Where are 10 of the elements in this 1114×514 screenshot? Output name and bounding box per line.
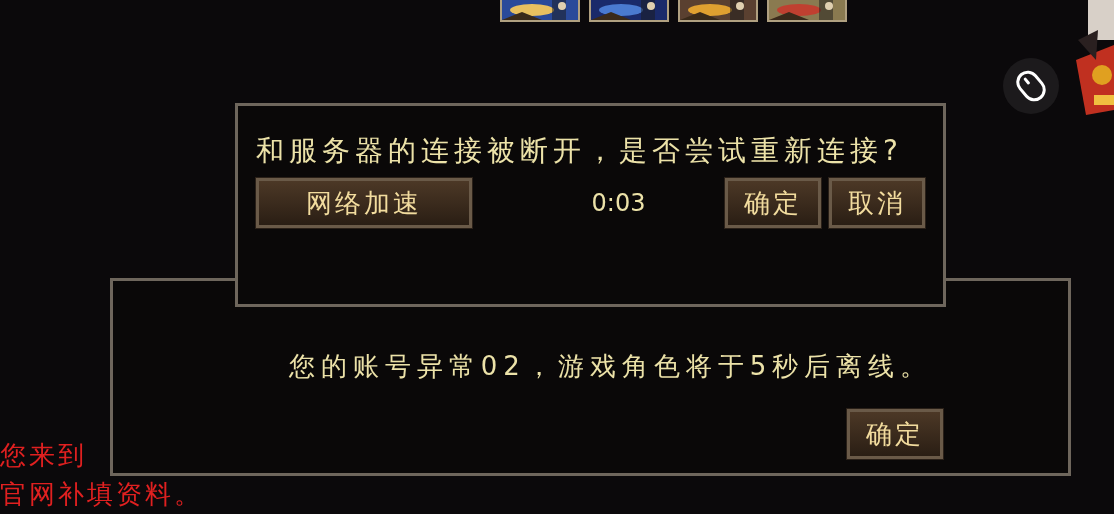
confirm-button[interactable]: 确定 xyxy=(725,178,821,228)
countdown-timer: 0:03 xyxy=(590,189,647,217)
chat-line: 官网补填资料。 xyxy=(0,478,203,509)
mouse-icon[interactable] xyxy=(1003,58,1059,114)
cancel-button[interactable]: 取消 xyxy=(829,178,925,228)
dialog-message: 您的账号异常02，游戏角色将于5秒后离线。 xyxy=(287,350,934,383)
network-boost-button[interactable]: 网络加速 xyxy=(256,178,472,228)
chat-line: 您来到 xyxy=(0,440,88,470)
confirm-button[interactable]: 确定 xyxy=(847,409,943,459)
dialog-message: 和服务器的连接被断开，是否尝试重新连接? xyxy=(256,133,904,169)
